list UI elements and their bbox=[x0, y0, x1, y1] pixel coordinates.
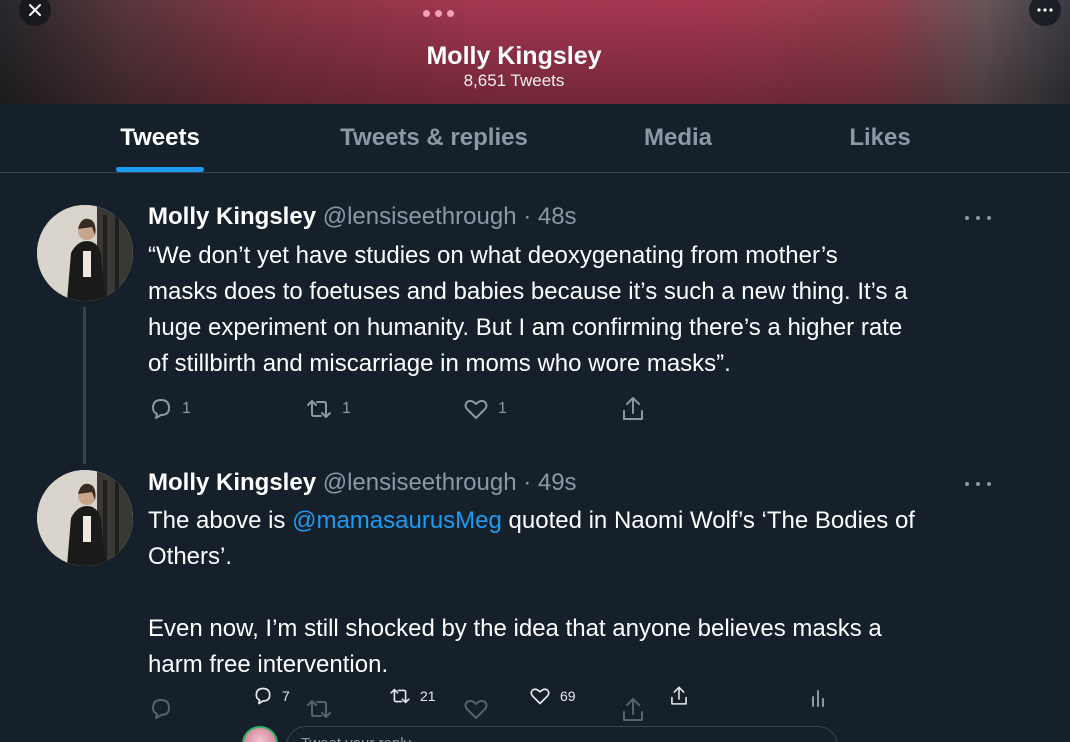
tweet-text-line: masks does to foetuses and babies becaus… bbox=[148, 278, 908, 305]
tab-media[interactable]: Media bbox=[636, 124, 720, 152]
avatar-image bbox=[37, 470, 133, 566]
tweet-more-button[interactable] bbox=[965, 479, 991, 489]
share-button[interactable] bbox=[620, 395, 646, 423]
tweet-text-line: Even now, I’m still shocked by the idea … bbox=[148, 615, 882, 642]
tweet-text-segment: quoted in Naomi Wolf’s ‘The Bodies of bbox=[501, 507, 915, 534]
close-button[interactable] bbox=[19, 0, 51, 26]
active-tab-indicator bbox=[116, 167, 204, 172]
tweet-more-button[interactable] bbox=[965, 213, 991, 223]
reply-button[interactable]: 1 bbox=[148, 397, 191, 421]
avatar[interactable] bbox=[37, 470, 133, 566]
retweet-count: 21 bbox=[420, 688, 436, 704]
reply-button[interactable]: 7 bbox=[252, 686, 290, 706]
more-icon bbox=[1037, 8, 1053, 12]
like-count: 69 bbox=[560, 688, 576, 704]
tweet-header: Molly Kingsley @lensiseethrough · 49s bbox=[148, 469, 577, 497]
avatar[interactable] bbox=[37, 205, 133, 301]
tab-likes[interactable]: Likes bbox=[846, 124, 914, 152]
analytics-icon bbox=[812, 690, 824, 707]
like-icon bbox=[530, 688, 550, 705]
retweet-icon bbox=[307, 700, 331, 718]
retweet-icon bbox=[307, 400, 331, 418]
author-name[interactable]: Molly Kingsley bbox=[148, 203, 316, 230]
author-handle-time[interactable]: @lensiseethrough · 49s bbox=[323, 469, 577, 496]
like-icon bbox=[464, 399, 488, 419]
reply-icon bbox=[152, 699, 170, 719]
like-icon bbox=[464, 699, 488, 719]
close-icon bbox=[29, 4, 41, 16]
share-button-faded bbox=[620, 696, 646, 724]
retweet-icon bbox=[390, 688, 410, 704]
like-button[interactable]: 1 bbox=[462, 397, 507, 421]
reply-count: 1 bbox=[182, 400, 191, 417]
reply-button-faded bbox=[148, 697, 174, 721]
page-indicator-dots bbox=[423, 10, 454, 17]
author-handle-time[interactable]: @lensiseethrough · 48s bbox=[323, 203, 577, 230]
analytics-button[interactable] bbox=[810, 688, 826, 708]
tab-tweets-and-replies[interactable]: Tweets & replies bbox=[330, 124, 538, 152]
tweet-text-segment: The above is bbox=[148, 507, 293, 534]
more-button[interactable] bbox=[1029, 0, 1061, 26]
like-button-faded bbox=[462, 697, 490, 721]
like-button[interactable]: 69 bbox=[528, 686, 576, 706]
retweet-button[interactable]: 1 bbox=[304, 397, 351, 421]
tweet-text-line: “We don’t yet have studies on what deoxy… bbox=[148, 242, 838, 269]
thread-connector-line bbox=[83, 307, 86, 464]
mention-link[interactable]: @mamasaurusMeg bbox=[292, 507, 502, 534]
tweet-text: “We don’t yet have studies on what deoxy… bbox=[148, 238, 1028, 382]
tweet-text-line: of stillbirth and miscarriage in moms wh… bbox=[148, 350, 731, 377]
like-count: 1 bbox=[498, 400, 507, 417]
profile-banner: Molly Kingsley 8,651 Tweets bbox=[0, 0, 1070, 104]
profile-tabs: Tweets Tweets & replies Media Likes bbox=[0, 104, 1070, 173]
tweet-text-line: huge experiment on humanity. But I am co… bbox=[148, 314, 903, 341]
tab-tweets[interactable]: Tweets bbox=[116, 124, 204, 152]
retweet-count: 1 bbox=[342, 400, 351, 417]
profile-name: Molly Kingsley bbox=[426, 42, 602, 70]
share-icon bbox=[671, 686, 687, 705]
share-icon bbox=[623, 397, 643, 420]
avatar-image bbox=[37, 205, 133, 301]
tweet-text-line: Others’. bbox=[148, 543, 233, 570]
reply-icon bbox=[152, 399, 170, 419]
tweet-text-line: harm free intervention. bbox=[148, 651, 389, 678]
author-name[interactable]: Molly Kingsley bbox=[148, 469, 316, 496]
share-icon bbox=[623, 698, 643, 721]
reply-icon bbox=[255, 687, 271, 705]
tweet-count: 8,651 Tweets bbox=[463, 71, 565, 90]
share-button[interactable] bbox=[668, 685, 690, 707]
tweet-header: Molly Kingsley @lensiseethrough · 48s bbox=[148, 203, 577, 231]
retweet-button-faded bbox=[304, 697, 334, 721]
tweet-text: The above is @mamasaurusMeg quoted in Na… bbox=[148, 503, 1028, 683]
reply-input[interactable]: Tweet your reply bbox=[286, 726, 838, 742]
retweet-button[interactable]: 21 bbox=[388, 686, 436, 706]
reply-count: 7 bbox=[282, 688, 290, 704]
current-user-avatar[interactable] bbox=[242, 726, 278, 742]
tweet-text-line: The above is @mamasaurusMeg quoted in Na… bbox=[148, 503, 1028, 539]
